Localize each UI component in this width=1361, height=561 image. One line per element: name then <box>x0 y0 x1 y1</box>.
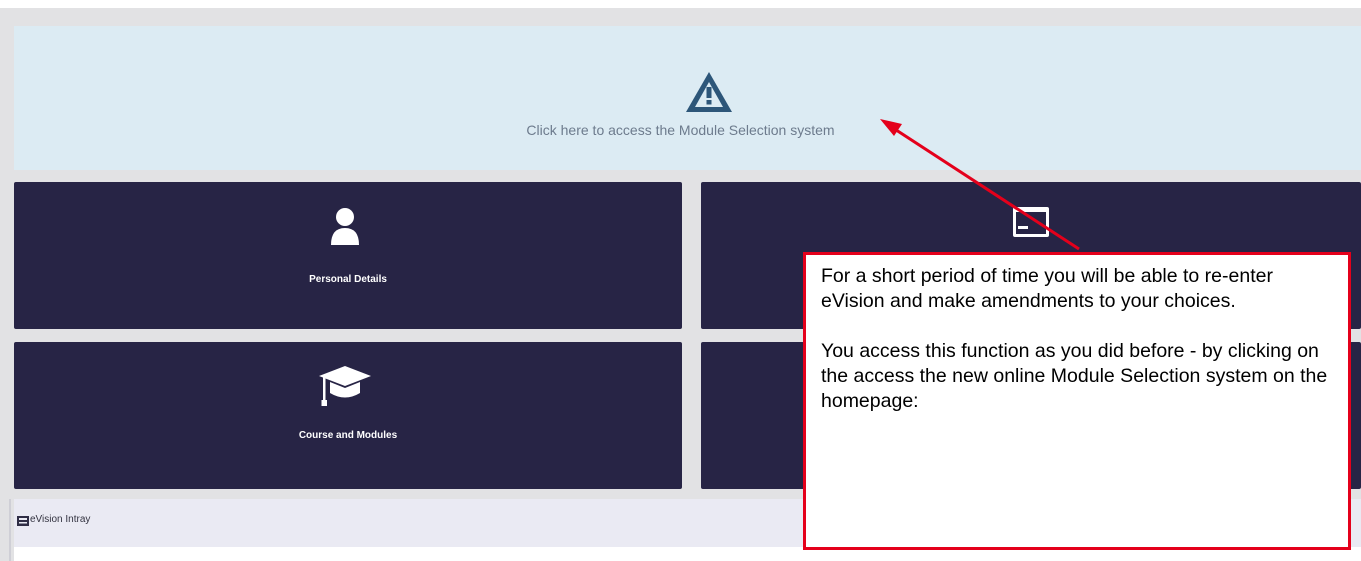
tile-label-course-and-modules: Course and Modules <box>298 430 398 441</box>
intray-left-border <box>9 499 11 561</box>
callout-text: For a short period of time you will be a… <box>821 265 1328 412</box>
graduation-cap-icon <box>319 366 371 406</box>
warning-triangle-icon <box>686 72 732 112</box>
intray-title[interactable]: eVision Intray <box>30 514 90 525</box>
inbox-icon <box>17 516 29 526</box>
tile-personal-details[interactable]: Personal Details <box>14 182 682 329</box>
tile-label-personal-details: Personal Details <box>309 274 387 285</box>
module-selection-link-text[interactable]: Click here to access the Module Selectio… <box>0 122 1361 138</box>
tile-course-and-modules[interactable]: Course and Modules <box>14 342 682 489</box>
instruction-callout: For a short period of time you will be a… <box>803 252 1351 550</box>
user-icon <box>331 208 359 245</box>
card-icon <box>1013 207 1049 237</box>
module-selection-banner[interactable] <box>14 26 1361 170</box>
